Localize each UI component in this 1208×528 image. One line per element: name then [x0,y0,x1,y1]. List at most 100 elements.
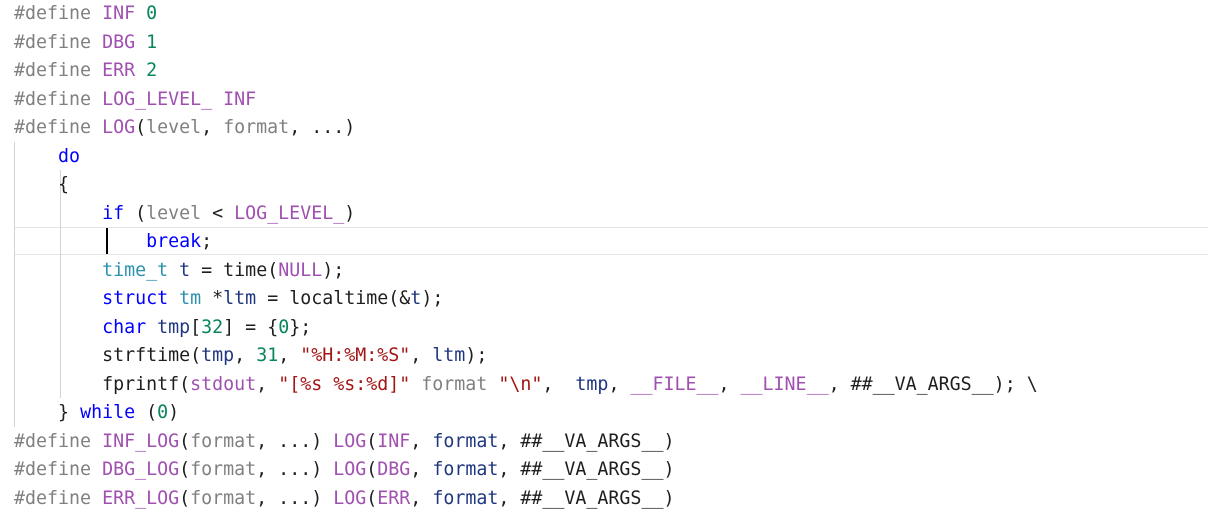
code-line[interactable]: if (level < LOG_LEVEL_) [14,200,1038,229]
code-token: #define [14,88,92,110]
code-token: struct [102,288,169,309]
code-line[interactable]: fprintf(stdout, "[%s %s:%d]" format "\n"… [14,371,1038,400]
code-token: (& [388,288,411,309]
code-token: , ...) [256,430,334,452]
code-token: , ##__VA_ARGS__) [498,487,675,509]
code-token: { [58,174,70,195]
code-token: strftime [102,345,191,366]
code-line[interactable]: #define DBG 1 [14,29,1038,58]
code-line[interactable]: char tmp[32] = {0}; [14,314,1038,343]
code-token: LOG_LEVEL_ [102,88,213,110]
code-token: < [201,202,235,224]
code-token: #define [14,3,92,24]
code-token: , [410,430,433,452]
code-token: INF [377,430,411,452]
code-token: time_t [102,259,169,281]
code-token: }; [289,316,312,338]
code-token: , ##__VA_ARGS__) [498,459,675,480]
code-token: ( [366,459,378,480]
code-token: tm [179,288,202,309]
code-token: format [190,487,257,509]
code-token: , ...) [289,117,356,138]
code-token: LOG_LEVEL_ [234,202,345,224]
code-token: if [102,202,125,224]
code-token: , [256,373,279,395]
code-token: tmp [201,345,235,366]
code-token: , ...) [256,487,334,509]
code-line[interactable]: { [14,171,1038,200]
code-token: #define [14,31,92,53]
code-line[interactable]: #define LOG(level, format, ...) [14,114,1038,143]
code-line[interactable]: time_t t = time(NULL); [14,257,1038,286]
code-token: 1 [146,31,158,53]
code-token: __LINE__ [740,373,829,395]
code-token: ERR [377,487,411,509]
code-token: , [410,345,433,366]
code-line[interactable]: break; [14,228,1038,257]
code-token: ( [179,373,191,395]
code-token: ERR [102,60,136,81]
code-line[interactable]: #define INF 0 [14,0,1038,29]
code-token: DBG [102,31,136,53]
code-text[interactable]: #define INF 0 #define DBG 1 #define ERR 2 #… [14,0,1038,513]
code-token: DBG_LOG [102,459,180,480]
code-token: do [58,145,81,167]
code-token: ] = { [223,316,279,338]
code-token: [ [190,316,202,338]
code-token: level [146,117,202,138]
code-token: ( [366,430,378,452]
code-line[interactable]: strftime(tmp, 31, "%H:%M:%S", ltm); [14,342,1038,371]
code-token: , ...) [256,459,334,480]
code-token: stdout [190,373,257,395]
code-token: ( [124,202,147,224]
code-line[interactable]: #define ERR_LOG(format, ...) LOG(ERR, fo… [14,485,1038,514]
code-token: __FILE__ [630,373,719,395]
code-token: , [278,345,301,366]
code-token: format [223,117,290,138]
code-token: 31 [256,345,279,366]
code-token: , [608,373,631,395]
code-line[interactable]: #define ERR 2 [14,57,1038,86]
code-line[interactable]: } while (0) [14,399,1038,428]
code-token: ltm [223,288,257,309]
code-token: level [146,202,202,224]
code-token: ( [179,459,191,480]
code-line[interactable]: do [14,143,1038,172]
code-token: ( [179,430,191,452]
code-token: LOG [333,459,367,480]
code-token: format [190,430,257,452]
code-line[interactable]: #define LOG_LEVEL_ INF [14,86,1038,115]
code-editor[interactable]: #define INF 0 #define DBG 1 #define ERR 2 #… [0,0,1208,528]
code-token: ); [465,345,488,366]
code-line[interactable]: struct tm *ltm = localtime(&t); [14,285,1038,314]
code-token: format [421,373,488,395]
code-token: 32 [201,316,224,338]
code-line[interactable]: #define INF_LOG(format, ...) LOG(INF, fo… [14,428,1038,457]
code-token: "%H:%M:%S" [300,345,411,366]
code-token: time [223,259,268,281]
code-line[interactable]: #define DBG_LOG(format, ...) LOG(DBG, fo… [14,456,1038,485]
code-token: 0 [146,3,158,24]
code-token: * [201,288,224,309]
code-token: tmp [575,373,609,395]
code-token: break [146,231,202,252]
code-token: format [190,459,257,480]
code-token: , ##__VA_ARGS__); \ [828,373,1038,395]
code-token: DBG [377,459,411,480]
